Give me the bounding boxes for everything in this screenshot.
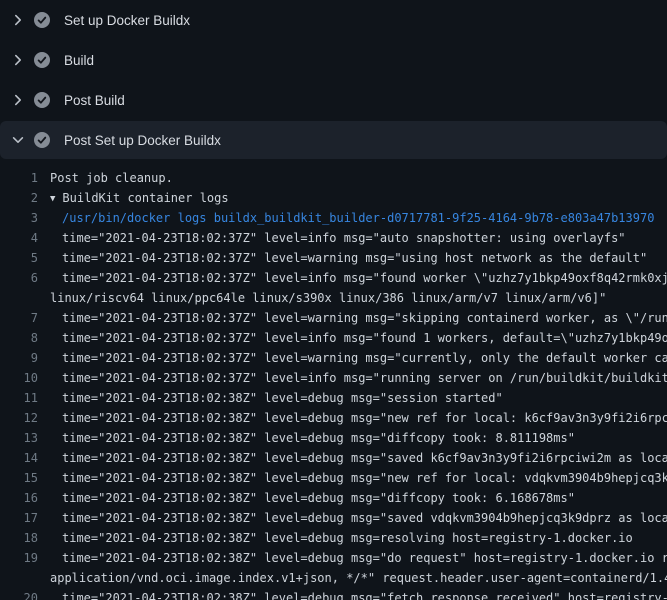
line-number[interactable]: 4 <box>0 231 38 245</box>
line-text: time="2021-04-23T18:02:37Z" level=info m… <box>62 271 667 285</box>
line-text[interactable]: ▼ BuildKit container logs <box>50 191 229 205</box>
line-number[interactable]: 15 <box>0 471 38 485</box>
line-text: time="2021-04-23T18:02:37Z" level=warnin… <box>62 251 647 265</box>
log-line: 9 time="2021-04-23T18:02:37Z" level=warn… <box>0 348 667 368</box>
line-number[interactable]: 10 <box>0 371 38 385</box>
line-number[interactable]: 17 <box>0 511 38 525</box>
log-line: linux/riscv64 linux/ppc64le linux/s390x … <box>0 288 667 308</box>
line-text: linux/riscv64 linux/ppc64le linux/s390x … <box>50 291 606 305</box>
log-viewer: 1 Post job cleanup. 2 ▼ BuildKit containe… <box>0 160 667 600</box>
log-line: 7 time="2021-04-23T18:02:37Z" level=warn… <box>0 308 667 328</box>
line-number[interactable]: 1 <box>0 171 38 185</box>
log-line: 6 time="2021-04-23T18:02:37Z" level=info… <box>0 268 667 288</box>
log-line: 11 time="2021-04-23T18:02:38Z" level=deb… <box>0 388 667 408</box>
line-text: /usr/bin/docker logs buildx_buildkit_bui… <box>62 211 654 225</box>
line-number[interactable]: 16 <box>0 491 38 505</box>
line-text: time="2021-04-23T18:02:38Z" level=debug … <box>62 591 667 600</box>
step-label: Post Build <box>64 93 125 108</box>
line-number[interactable]: 11 <box>0 391 38 405</box>
line-text: time="2021-04-23T18:02:38Z" level=debug … <box>62 491 575 505</box>
line-number[interactable]: 9 <box>0 351 38 365</box>
log-line: 17 time="2021-04-23T18:02:38Z" level=deb… <box>0 508 667 528</box>
line-number[interactable]: 12 <box>0 411 38 425</box>
log-line: 20 time="2021-04-23T18:02:38Z" level=deb… <box>0 588 667 600</box>
step-label: Set up Docker Buildx <box>64 13 190 28</box>
line-text: time="2021-04-23T18:02:37Z" level=info m… <box>62 231 626 245</box>
check-circle-icon <box>34 92 50 108</box>
line-text: time="2021-04-23T18:02:37Z" level=info m… <box>62 331 667 345</box>
line-number[interactable]: 18 <box>0 531 38 545</box>
log-line: 19 time="2021-04-23T18:02:38Z" level=deb… <box>0 548 667 568</box>
line-text: time="2021-04-23T18:02:37Z" level=warnin… <box>62 311 667 325</box>
line-text: time="2021-04-23T18:02:38Z" level=debug … <box>62 451 667 465</box>
group-expanded-triangle-icon[interactable]: ▼ <box>50 194 55 204</box>
log-line: 10 time="2021-04-23T18:02:37Z" level=inf… <box>0 368 667 388</box>
line-number[interactable]: 20 <box>0 591 38 600</box>
line-text: Post job cleanup. <box>50 171 173 185</box>
chevron-right-icon <box>10 12 26 28</box>
line-number[interactable]: 7 <box>0 311 38 325</box>
line-text: time="2021-04-23T18:02:38Z" level=debug … <box>62 531 633 545</box>
check-circle-icon <box>34 132 50 148</box>
line-number[interactable]: 13 <box>0 431 38 445</box>
chevron-down-icon <box>10 132 26 148</box>
chevron-right-icon <box>10 92 26 108</box>
line-text: time="2021-04-23T18:02:38Z" level=debug … <box>62 471 667 485</box>
step-header-set-up-docker-buildx[interactable]: Set up Docker Buildx <box>0 0 667 40</box>
line-number[interactable]: 3 <box>0 211 38 225</box>
line-text: application/vnd.oci.image.index.v1+json,… <box>50 571 667 585</box>
line-text: time="2021-04-23T18:02:37Z" level=warnin… <box>62 351 667 365</box>
log-line: 8 time="2021-04-23T18:02:37Z" level=info… <box>0 328 667 348</box>
step-header-post-build[interactable]: Post Build <box>0 80 667 120</box>
log-line: application/vnd.oci.image.index.v1+json,… <box>0 568 667 588</box>
step-label: Post Set up Docker Buildx <box>64 133 221 148</box>
log-group-line: 2 ▼ BuildKit container logs <box>0 188 667 208</box>
log-line: 12 time="2021-04-23T18:02:38Z" level=deb… <box>0 408 667 428</box>
line-number[interactable]: 6 <box>0 271 38 285</box>
line-number[interactable]: 5 <box>0 251 38 265</box>
log-line: 18 time="2021-04-23T18:02:38Z" level=deb… <box>0 528 667 548</box>
step-header-build[interactable]: Build <box>0 40 667 80</box>
log-line: 1 Post job cleanup. <box>0 168 667 188</box>
log-line: 15 time="2021-04-23T18:02:38Z" level=deb… <box>0 468 667 488</box>
line-text: time="2021-04-23T18:02:38Z" level=debug … <box>62 511 667 525</box>
check-circle-icon <box>34 12 50 28</box>
log-command-line: 3 /usr/bin/docker logs buildx_buildkit_b… <box>0 208 667 228</box>
steps-list: Set up Docker Buildx Build Post Build Po… <box>0 0 667 159</box>
line-text: time="2021-04-23T18:02:38Z" level=debug … <box>62 411 667 425</box>
line-number[interactable]: 14 <box>0 451 38 465</box>
step-label: Build <box>64 53 94 68</box>
log-line: 4 time="2021-04-23T18:02:37Z" level=info… <box>0 228 667 248</box>
log-line: 13 time="2021-04-23T18:02:38Z" level=deb… <box>0 428 667 448</box>
line-number[interactable]: 19 <box>0 551 38 565</box>
log-line: 5 time="2021-04-23T18:02:37Z" level=warn… <box>0 248 667 268</box>
chevron-right-icon <box>10 52 26 68</box>
line-text: time="2021-04-23T18:02:37Z" level=info m… <box>62 371 667 385</box>
line-number[interactable]: 2 <box>0 191 38 205</box>
step-header-post-set-up-docker-buildx[interactable]: Post Set up Docker Buildx <box>0 121 667 159</box>
line-text: time="2021-04-23T18:02:38Z" level=debug … <box>62 431 575 445</box>
group-title[interactable]: BuildKit container logs <box>62 191 228 205</box>
line-text: time="2021-04-23T18:02:38Z" level=debug … <box>62 391 503 405</box>
check-circle-icon <box>34 52 50 68</box>
line-text: time="2021-04-23T18:02:38Z" level=debug … <box>62 551 667 565</box>
line-number[interactable]: 8 <box>0 331 38 345</box>
log-line: 16 time="2021-04-23T18:02:38Z" level=deb… <box>0 488 667 508</box>
log-line: 14 time="2021-04-23T18:02:38Z" level=deb… <box>0 448 667 468</box>
